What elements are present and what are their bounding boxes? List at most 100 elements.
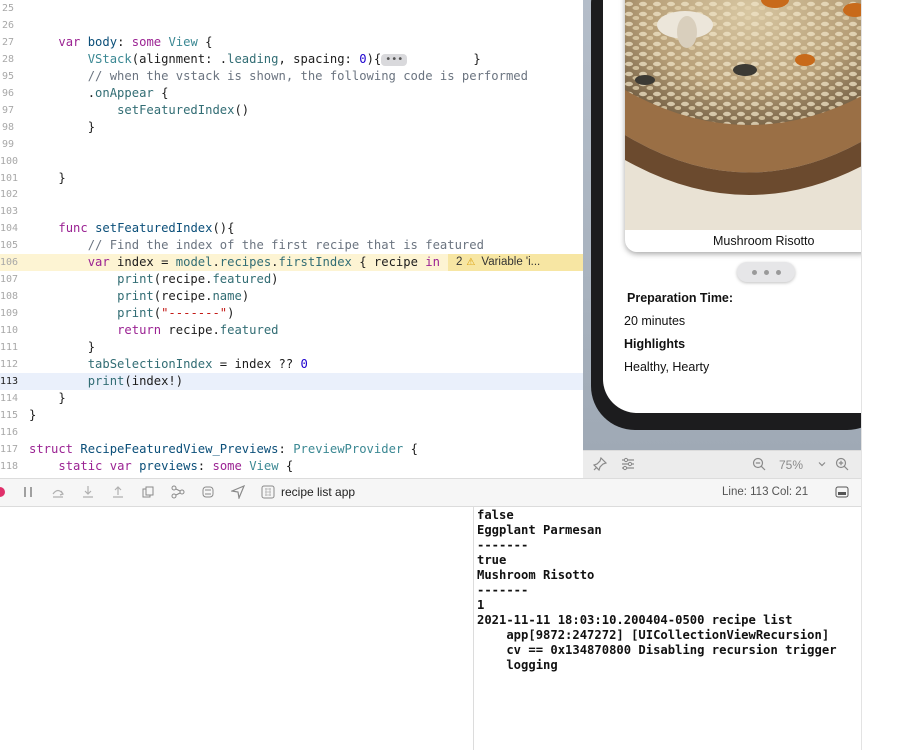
console-line: logging <box>477 658 558 672</box>
code-line[interactable]: 117 struct RecipeFeaturedView_Previews: P… <box>0 441 583 458</box>
code-token: ) <box>227 306 235 321</box>
variables-view[interactable] <box>0 507 474 750</box>
code-line[interactable]: 99 <box>0 136 583 153</box>
location-icon[interactable] <box>229 484 246 501</box>
code-token: "-------" <box>161 306 228 321</box>
scheme-label[interactable]: recipe list app <box>281 485 355 499</box>
code-line[interactable]: 96 .onAppear { <box>0 85 583 102</box>
issue-message: Variable 'i... <box>481 256 541 269</box>
code-token: RecipeFeaturedView_Previews <box>80 441 279 456</box>
code-token: print <box>117 306 154 321</box>
code-token: : <box>117 34 132 49</box>
device-screen: Mushroom Risotto Preparation Time: 20 mi… <box>603 0 861 413</box>
environment-overrides-icon[interactable] <box>201 485 215 499</box>
code-line[interactable]: 109 print("-------") <box>0 305 583 322</box>
line-number: 98 <box>1 121 14 133</box>
code-line[interactable]: 107 print(recipe.featured) <box>0 271 583 288</box>
console-line: app[9872:247272] [UICollectionViewRecurs… <box>477 628 830 642</box>
chevron-down-icon[interactable] <box>817 459 827 471</box>
code-token: } <box>29 407 37 422</box>
code-line[interactable]: 97 setFeaturedIndex() <box>0 102 583 119</box>
console-output[interactable]: false Eggplant Parmesan ------- true Mushroo… <box>475 507 861 750</box>
code-line[interactable]: 101 } <box>0 170 583 187</box>
code-token: } <box>29 340 96 354</box>
code-line[interactable]: 112 tabSelectionIndex = index ?? 0 <box>0 356 583 373</box>
code-line[interactable]: 116 <box>0 424 583 441</box>
warning-icon: ⚠ <box>466 257 476 269</box>
code-token: in <box>425 255 440 270</box>
code-text: struct RecipeFeaturedView_Previews: Prev… <box>29 441 418 458</box>
code-token: featured <box>212 272 272 287</box>
memory-graph-icon[interactable] <box>171 485 185 499</box>
code-line[interactable]: 98 } <box>0 119 583 136</box>
code-text: print(recipe.name) <box>29 288 249 305</box>
code-line[interactable]: 104 func setFeaturedIndex(){ <box>0 220 583 237</box>
zoom-level[interactable]: 75% <box>779 458 803 472</box>
code-token: } <box>29 119 96 134</box>
code-line[interactable]: 26 <box>0 17 583 34</box>
code-token: { <box>197 34 213 49</box>
code-text: static var previews: some View { <box>29 458 293 475</box>
code-token: View <box>168 34 198 49</box>
breakpoint-icon[interactable] <box>0 485 7 499</box>
code-line[interactable]: 113 print(index!) <box>0 372 583 390</box>
line-number: 110 <box>0 325 19 337</box>
code-line[interactable]: 102 <box>0 186 583 203</box>
variants-icon[interactable] <box>621 457 635 474</box>
featured-recipe-card[interactable]: Mushroom Risotto <box>625 0 861 252</box>
code-line[interactable]: 95 // when the vstack is shown, the foll… <box>0 68 583 85</box>
code-line[interactable]: 115} <box>0 407 583 424</box>
code-line[interactable]: 111 } <box>0 339 583 356</box>
code-token: PreviewProvider <box>293 441 404 456</box>
code-line[interactable]: 27 var body: some View { <box>0 34 583 51</box>
code-line[interactable]: 28 VStack(alignment: .leading, spacing: … <box>0 51 583 68</box>
code-line[interactable]: 103 <box>0 203 583 220</box>
zoom-out-icon[interactable] <box>752 457 766 474</box>
line-number: 97 <box>1 104 14 116</box>
pause-icon[interactable] <box>21 485 35 499</box>
line-number: 100 <box>0 155 19 167</box>
line-number: 107 <box>0 274 19 286</box>
view-hierarchy-icon[interactable] <box>141 485 155 499</box>
hide-debug-area-icon[interactable] <box>835 485 849 499</box>
code-line[interactable]: 114 } <box>0 390 583 407</box>
code-token: print <box>117 289 154 304</box>
folded-code-button[interactable]: ••• <box>381 53 408 66</box>
console-line: cv == 0x134870800 Disabling recursion tr… <box>477 643 837 657</box>
code-editor[interactable]: 25 26 27 var body: some View {28 VStack(al… <box>0 0 583 478</box>
pin-icon[interactable] <box>592 456 608 474</box>
code-token: () <box>234 102 250 117</box>
page-indicator[interactable] <box>737 262 795 282</box>
code-line[interactable]: 25 <box>0 0 583 17</box>
code-token: ( <box>153 306 162 321</box>
warning-annotation[interactable]: 2 ⚠ Variable 'i... <box>448 254 583 272</box>
code-line[interactable]: 110 return recipe.featured <box>0 322 583 339</box>
code-token: tabSelectionIndex <box>87 356 213 371</box>
line-number: 25 <box>1 3 14 14</box>
code-line[interactable]: 106 var index = model.recipes.firstIndex… <box>0 254 583 272</box>
code-text: setFeaturedIndex() <box>29 102 249 119</box>
console-line: 2021-11-11 18:03:10.200404-0500 recipe l… <box>477 613 793 627</box>
code-line[interactable]: 108 print(recipe.name) <box>0 288 583 305</box>
code-line[interactable]: 100 <box>0 153 583 170</box>
highlights-label: Highlights <box>624 337 686 351</box>
code-line[interactable]: 105 // Find the index of the first recip… <box>0 237 583 254</box>
code-token: } <box>29 170 66 185</box>
step-over-icon[interactable] <box>51 485 65 499</box>
code-line[interactable]: 118 static var previews: some View { <box>0 458 583 475</box>
code-token: print <box>87 373 125 388</box>
line-number: 111 <box>0 342 19 353</box>
code-text: print(index!) <box>29 373 183 390</box>
line-number: 103 <box>0 206 19 218</box>
step-into-icon[interactable] <box>81 485 95 499</box>
step-out-icon[interactable] <box>111 485 125 499</box>
zoom-in-icon[interactable] <box>835 457 849 474</box>
code-token: recipe. <box>161 323 220 338</box>
code-token: ) <box>241 289 250 304</box>
